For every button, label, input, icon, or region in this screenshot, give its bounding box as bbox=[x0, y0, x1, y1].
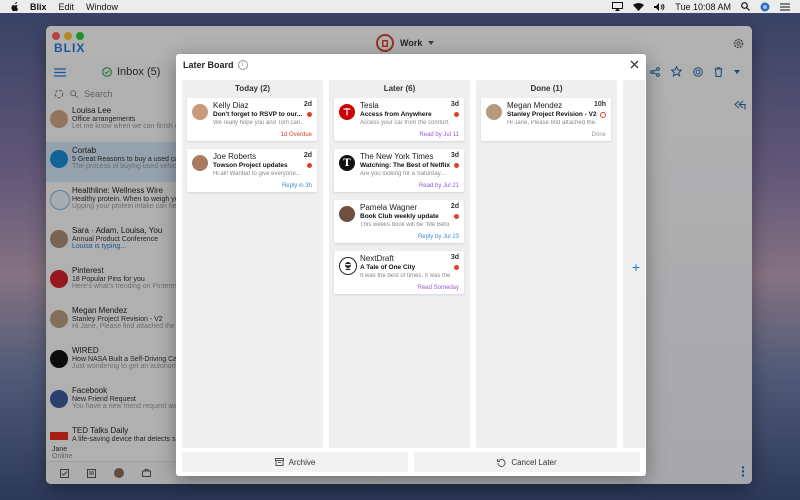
archive-label: Archive bbox=[288, 457, 316, 467]
later-card[interactable]: Pamela Wagner 2d Book Club weekly update… bbox=[334, 200, 464, 243]
unread-dot bbox=[454, 112, 459, 117]
card-subject: Don't forget to RSVP to our... bbox=[213, 111, 303, 118]
read-dot bbox=[600, 112, 606, 118]
card-sender: The New York Times bbox=[360, 152, 434, 161]
card-preview: Access your car from the comfort... bbox=[360, 120, 450, 126]
card-status: Done bbox=[591, 132, 606, 138]
modal-header: Later Board i bbox=[176, 54, 646, 76]
chevron-down-icon[interactable] bbox=[734, 69, 740, 74]
close-icon[interactable] bbox=[630, 60, 639, 69]
apple-icon[interactable] bbox=[10, 1, 20, 12]
card-subject: Book Club weekly update bbox=[360, 213, 439, 220]
card-subject: Access from Anywhere bbox=[360, 111, 432, 118]
card-preview: It was the best of times. It was the... bbox=[360, 273, 450, 279]
later-card[interactable]: Joe Roberts 2d Towson Project updates Hi… bbox=[187, 149, 317, 192]
airplay-icon[interactable] bbox=[612, 2, 624, 11]
cancel-later-button[interactable]: Cancel Later bbox=[414, 452, 640, 472]
cancel-later-icon bbox=[497, 458, 506, 467]
card-time: 3d bbox=[450, 101, 459, 108]
avatar bbox=[192, 155, 208, 171]
spotlight-search-icon[interactable] bbox=[741, 2, 750, 11]
menubar-clock[interactable]: Tue 10:08 AM bbox=[675, 2, 731, 12]
card-status: Read by Jul 11 bbox=[419, 132, 459, 138]
nextdraft-logo-icon bbox=[339, 257, 357, 275]
tesla-logo-icon bbox=[339, 104, 355, 120]
board-columns: Today (2) Kelly Diaz 2d Don't forget to … bbox=[182, 80, 645, 448]
more-options-icon[interactable] bbox=[741, 466, 745, 477]
card-status: Read by Jul 21 bbox=[418, 183, 459, 189]
card-sender: Pamela Wagner bbox=[360, 203, 418, 212]
column-later: Later (6) Tesla 3d Access from Anywhere … bbox=[329, 80, 470, 448]
later-board-modal: Later Board i Today (2) Kelly Diaz 2d Do… bbox=[176, 54, 646, 476]
menu-window[interactable]: Window bbox=[86, 2, 118, 12]
trash-icon[interactable] bbox=[714, 66, 723, 77]
card-subject: Towson Project updates bbox=[213, 162, 288, 169]
star-icon[interactable] bbox=[671, 66, 682, 77]
later-card[interactable]: Kelly Diaz 2d Don't forget to RSVP to ou… bbox=[187, 98, 317, 141]
card-status: 1d Overdue bbox=[280, 132, 312, 138]
card-preview: Hi Jane, Please find attached the... bbox=[507, 120, 597, 126]
card-sender: Joe Roberts bbox=[213, 152, 257, 161]
avatar bbox=[339, 206, 355, 222]
unread-dot bbox=[307, 163, 312, 168]
modal-footer: Archive Cancel Later bbox=[182, 452, 640, 472]
volume-icon[interactable] bbox=[654, 2, 665, 11]
reply-all-icon[interactable] bbox=[734, 100, 746, 110]
card-subject: A Tale of One City bbox=[360, 264, 416, 271]
avatar bbox=[192, 104, 208, 120]
column-done: Done (1) Megan Mendez 10h Stanley Projec… bbox=[476, 80, 617, 448]
card-sender: NextDraft bbox=[360, 254, 394, 263]
card-sender: Megan Mendez bbox=[507, 101, 563, 110]
menu-app-name[interactable]: Blix bbox=[30, 2, 47, 12]
archive-icon bbox=[274, 458, 284, 466]
cancel-later-label: Cancel Later bbox=[511, 457, 557, 467]
card-status: Read Someday bbox=[417, 285, 459, 291]
card-preview: This weeks book will be "Me Befo... bbox=[360, 222, 450, 228]
later-icon[interactable] bbox=[693, 66, 703, 77]
user-globe-icon[interactable] bbox=[760, 2, 770, 12]
column-title: Done (1) bbox=[530, 84, 563, 93]
unread-dot bbox=[454, 265, 459, 270]
later-card[interactable]: Megan Mendez 10h Stanley Project Revisio… bbox=[481, 98, 611, 141]
card-preview: Are you looking for a Saturday... bbox=[360, 171, 446, 177]
card-time: 2d bbox=[303, 152, 312, 159]
card-sender: Tesla bbox=[360, 101, 379, 110]
card-preview: Hi all! Wanted to give everyone... bbox=[213, 171, 301, 177]
card-time: 2d bbox=[450, 203, 459, 210]
avatar bbox=[486, 104, 502, 120]
card-sender: Kelly Diaz bbox=[213, 101, 249, 110]
unread-dot bbox=[454, 214, 459, 219]
menubar: Blix Edit Window Tue 10:08 AM bbox=[0, 0, 800, 13]
card-status: Reply by Jul 23 bbox=[417, 234, 459, 240]
message-toolbar bbox=[650, 66, 740, 77]
modal-title: Later Board bbox=[183, 60, 234, 70]
column-today: Today (2) Kelly Diaz 2d Don't forget to … bbox=[182, 80, 323, 448]
card-time: 10h bbox=[593, 101, 606, 108]
later-card[interactable]: NextDraft 3d A Tale of One City It was t… bbox=[334, 251, 464, 294]
card-subject: Stanley Project Revision - V2 bbox=[507, 111, 597, 118]
card-subject: Watching: The Best of Netflix... bbox=[360, 162, 450, 169]
add-column-button[interactable]: + bbox=[632, 259, 640, 275]
info-icon[interactable]: i bbox=[237, 60, 248, 70]
share-icon[interactable] bbox=[650, 66, 660, 77]
card-time: 2d bbox=[303, 101, 312, 108]
list-menu-icon[interactable] bbox=[780, 3, 790, 11]
card-preview: We really hope you and Tom can... bbox=[213, 120, 303, 126]
card-status: Reply in 3h bbox=[281, 183, 312, 189]
card-time: 3d bbox=[450, 152, 459, 159]
later-card[interactable]: T The New York Times 3d Watching: The Be… bbox=[334, 149, 464, 192]
menu-edit[interactable]: Edit bbox=[59, 2, 75, 12]
wifi-icon[interactable] bbox=[633, 2, 645, 11]
archive-button[interactable]: Archive bbox=[182, 452, 408, 472]
column-title: Later (6) bbox=[383, 84, 416, 93]
card-time: 3d bbox=[450, 254, 459, 261]
unread-dot bbox=[307, 112, 312, 117]
unread-dot bbox=[454, 163, 459, 168]
column-title: Today (2) bbox=[235, 84, 270, 93]
later-card[interactable]: Tesla 3d Access from Anywhere Access you… bbox=[334, 98, 464, 141]
nyt-logo-icon: T bbox=[339, 155, 355, 171]
